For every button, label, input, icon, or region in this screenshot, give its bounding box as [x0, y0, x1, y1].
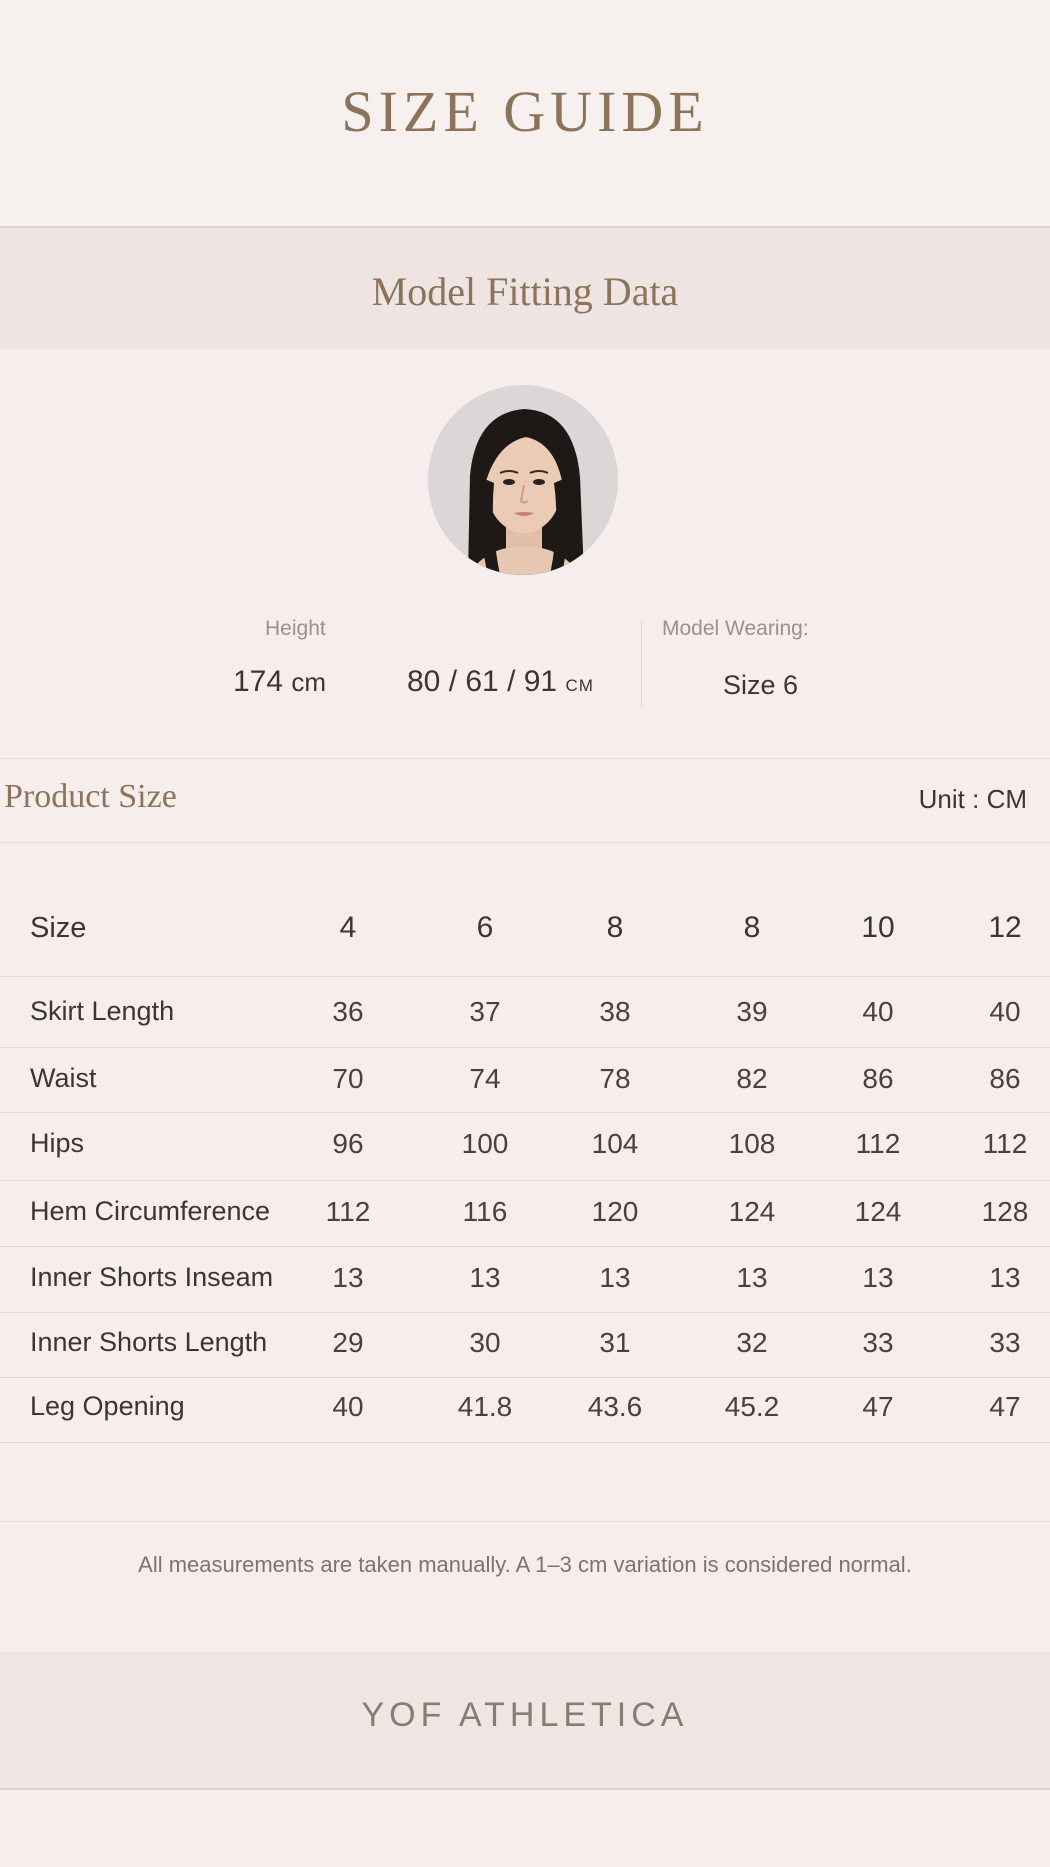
row-label: Skirt Length [30, 996, 175, 1026]
table-cell: 37 [469, 996, 501, 1027]
row-label: Hips [30, 1128, 85, 1158]
table-cell: 104 [591, 1128, 639, 1159]
size-column-header: 8 [743, 911, 761, 944]
model-avatar [428, 385, 618, 575]
table-cell: 78 [599, 1063, 631, 1094]
row-label: Inner Shorts Inseam [30, 1262, 274, 1292]
product-size-title: Product Size [4, 778, 177, 815]
table-cell: 13 [332, 1262, 364, 1293]
row-divider [0, 1180, 1050, 1181]
row-label: Inner Shorts Length [30, 1327, 268, 1357]
table-cell: 112 [855, 1128, 901, 1159]
table-cell: 33 [989, 1327, 1021, 1358]
size-column-header: 6 [476, 911, 494, 944]
table-cell: 31 [599, 1327, 631, 1358]
measurements-value: 80 / 61 / 91 [407, 665, 558, 698]
table-cell: 13 [989, 1262, 1021, 1293]
model-wearing-label: Model Wearing: [662, 617, 809, 640]
page-title: SIZE GUIDE [341, 79, 709, 144]
table-cell: 13 [862, 1262, 894, 1293]
table-cell: 40 [862, 996, 894, 1027]
height-value: 174 [233, 665, 284, 698]
table-cell: 47 [862, 1391, 894, 1422]
row-divider [0, 1442, 1050, 1443]
table-cell: 120 [591, 1196, 639, 1227]
model-portrait-icon [428, 385, 618, 575]
footer-divider [0, 1788, 1050, 1790]
size-column-header: 8 [606, 911, 624, 944]
brand-logo: YOF ATHLETICA [361, 1696, 689, 1734]
table-cell: 39 [736, 996, 768, 1027]
table-cell: 36 [332, 996, 364, 1027]
table-cell: 128 [981, 1196, 1029, 1227]
divider [0, 758, 1050, 759]
table-cell: 13 [736, 1262, 768, 1293]
table-cell: 116 [462, 1196, 508, 1227]
table-cell: 108 [728, 1128, 776, 1159]
measurements-group: 80 / 61 / 91 CM [407, 665, 594, 699]
stats-divider [641, 620, 642, 708]
table-cell: 38 [599, 996, 631, 1027]
table-cell: 82 [736, 1063, 768, 1094]
size-column-header: 4 [339, 911, 357, 944]
table-cell: 40 [332, 1391, 364, 1422]
size-column-header: 10 [861, 911, 895, 944]
row-divider [0, 1047, 1050, 1048]
table-cell: 41.8 [457, 1391, 513, 1422]
table-cell: 100 [461, 1128, 509, 1159]
divider [0, 1521, 1050, 1522]
table-cell: 45.2 [724, 1391, 780, 1422]
table-cell: 13 [599, 1262, 631, 1293]
row-label: Hem Circumference [30, 1196, 271, 1226]
table-cell: 47 [989, 1391, 1021, 1422]
table-cell: 43.6 [587, 1391, 643, 1422]
height-value-group: 174 cm [233, 665, 326, 699]
table-cell: 124 [854, 1196, 902, 1227]
row-divider [0, 1377, 1050, 1378]
model-wearing-value: Size 6 [723, 670, 799, 700]
divider [0, 842, 1050, 843]
table-cell: 74 [469, 1063, 501, 1094]
height-label: Height [265, 617, 326, 640]
row-divider [0, 1312, 1050, 1313]
measurement-note: All measurements are taken manually. A 1… [138, 1552, 912, 1577]
table-cell: 33 [862, 1327, 894, 1358]
table-cell: 30 [469, 1327, 501, 1358]
height-unit: cm [291, 667, 327, 697]
table-cell: 13 [469, 1262, 501, 1293]
size-header-label: Size [30, 912, 87, 944]
table-cell: 40 [989, 996, 1021, 1027]
model-fitting-title: Model Fitting Data [371, 269, 679, 314]
table-cell: 124 [728, 1196, 776, 1227]
unit-label: Unit : CM [918, 784, 1027, 814]
row-divider [0, 976, 1050, 977]
table-cell: 70 [332, 1063, 364, 1094]
row-label: Leg Opening [30, 1391, 185, 1421]
table-cell: 86 [862, 1063, 894, 1094]
measurements-unit: CM [565, 676, 594, 695]
table-cell: 112 [325, 1196, 371, 1227]
row-divider [0, 1246, 1050, 1247]
table-cell: 29 [332, 1327, 364, 1358]
size-column-header: 12 [988, 911, 1022, 944]
table-cell: 112 [982, 1128, 1028, 1159]
row-divider [0, 1112, 1050, 1113]
table-cell: 96 [332, 1128, 364, 1159]
table-cell: 32 [736, 1327, 768, 1358]
table-cell: 86 [989, 1063, 1021, 1094]
row-label: Waist [30, 1063, 97, 1093]
